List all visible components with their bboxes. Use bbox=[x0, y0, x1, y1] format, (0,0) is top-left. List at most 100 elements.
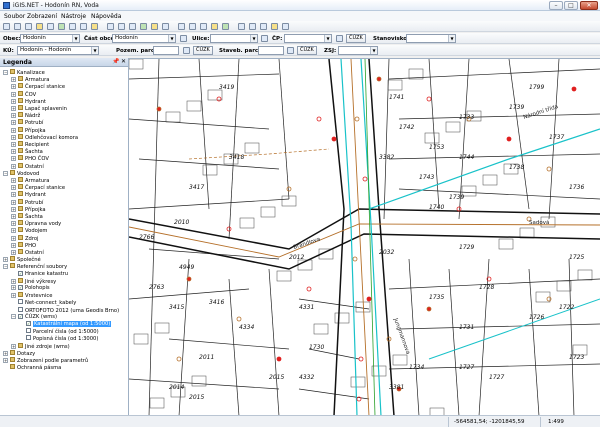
menu-nastroje[interactable]: Nástroje bbox=[61, 13, 86, 20]
legend-item[interactable]: + Potrubí bbox=[11, 119, 43, 126]
collapse-icon[interactable]: − bbox=[11, 313, 16, 319]
collapse-icon[interactable]: − bbox=[3, 70, 8, 75]
legend-item[interactable]: ✓ Katastrální mapa (od 1:5000) bbox=[19, 321, 112, 328]
expand-icon[interactable]: + bbox=[11, 91, 16, 97]
legend-item[interactable]: − Vodovod bbox=[3, 169, 39, 177]
legend-item[interactable]: + Úpravna vody bbox=[11, 220, 61, 227]
ulice-select[interactable]: ▼ bbox=[210, 34, 258, 43]
layer-checkbox[interactable] bbox=[26, 328, 31, 334]
back-icon[interactable] bbox=[129, 23, 136, 30]
legend-item[interactable]: Popisná čísla (od 1:3000) bbox=[19, 335, 98, 342]
pozem-parc-input[interactable] bbox=[153, 46, 179, 55]
go-icon[interactable] bbox=[180, 35, 187, 42]
expand-icon[interactable]: + bbox=[11, 149, 16, 155]
close-icon[interactable]: ✕ bbox=[121, 58, 126, 65]
legend-item[interactable]: + Armatura bbox=[11, 177, 49, 184]
expand-icon[interactable]: + bbox=[11, 278, 16, 284]
expand-icon[interactable]: + bbox=[11, 242, 16, 248]
legend-item[interactable]: + Přípojka bbox=[11, 205, 46, 213]
collapse-icon[interactable]: − bbox=[3, 170, 8, 176]
go-icon[interactable] bbox=[183, 47, 190, 54]
zoom-out-icon[interactable] bbox=[47, 23, 54, 30]
filter-icon[interactable] bbox=[162, 23, 169, 30]
expand-icon[interactable]: + bbox=[11, 285, 16, 290]
legend-item[interactable]: + Přípojka bbox=[11, 126, 46, 134]
edit-icon[interactable] bbox=[211, 23, 218, 30]
polyline-icon[interactable] bbox=[178, 23, 185, 30]
legend-item[interactable]: ORTOFOTO 2012 (uma Geodis Brno) bbox=[11, 306, 119, 314]
layer-checkbox[interactable]: ✓ bbox=[18, 285, 23, 290]
table-icon[interactable] bbox=[238, 23, 245, 30]
expand-icon[interactable]: + bbox=[11, 156, 16, 162]
expand-icon[interactable]: + bbox=[3, 257, 8, 263]
expand-icon[interactable]: + bbox=[11, 343, 16, 349]
pin-icon[interactable]: 📌 bbox=[112, 58, 119, 65]
legend-item[interactable]: + Recipient bbox=[11, 141, 49, 148]
map-svg[interactable]: 3419 3418 3417 2010 4949 3415 3416 4334 2012 2011… bbox=[129, 59, 600, 415]
legend-item[interactable]: + Ostatní bbox=[11, 249, 44, 256]
expand-icon[interactable]: + bbox=[11, 235, 16, 241]
legend-item[interactable]: + Ostatní bbox=[11, 162, 44, 170]
forward-icon[interactable] bbox=[140, 23, 147, 30]
menu-soubor[interactable]: Soubor bbox=[4, 13, 25, 20]
legend-item[interactable]: + Vodojem bbox=[11, 227, 47, 234]
legend-item[interactable]: + Armatura bbox=[11, 76, 49, 83]
settings-icon[interactable] bbox=[260, 23, 267, 30]
legend-item[interactable]: + Společné bbox=[3, 256, 41, 263]
zoom-extent-icon[interactable] bbox=[58, 23, 65, 30]
staveb-parc-input[interactable] bbox=[258, 46, 284, 55]
legend-item[interactable]: Ochranná pásma bbox=[3, 364, 61, 371]
stanovisko-select[interactable]: ▼ bbox=[406, 34, 456, 43]
layer-checkbox[interactable]: ✓ bbox=[18, 313, 23, 319]
legend-item[interactable]: + Hydrant bbox=[11, 191, 46, 198]
legend-item[interactable]: + Šachta bbox=[11, 148, 43, 155]
layer-checkbox[interactable] bbox=[18, 299, 23, 305]
expand-icon[interactable]: + bbox=[11, 228, 16, 234]
select-icon[interactable] bbox=[80, 23, 87, 30]
legend-item[interactable]: + Zdroj bbox=[11, 234, 38, 242]
legend-item[interactable]: + Hydrant bbox=[11, 97, 46, 105]
legend-item[interactable]: + Zobrazení podle parametrů bbox=[3, 357, 88, 364]
obec-select[interactable]: Hodonín ▼ bbox=[20, 34, 80, 43]
ku-select[interactable]: Hodonín - Hodonín ▼ bbox=[17, 46, 99, 55]
go-icon[interactable] bbox=[287, 47, 294, 54]
layer-icon[interactable] bbox=[151, 23, 158, 30]
info-icon[interactable] bbox=[91, 23, 98, 30]
expand-icon[interactable]: + bbox=[11, 98, 16, 104]
expand-icon[interactable]: + bbox=[11, 106, 16, 111]
legend-item[interactable]: + ČOV bbox=[11, 90, 36, 98]
help-icon[interactable] bbox=[271, 23, 278, 30]
expand-icon[interactable]: + bbox=[11, 142, 16, 147]
expand-icon[interactable]: + bbox=[11, 221, 16, 227]
collapse-icon[interactable]: − bbox=[3, 264, 8, 270]
legend-item[interactable]: + Nádrž bbox=[11, 112, 40, 119]
close-button[interactable]: ✕ bbox=[580, 1, 598, 10]
save-icon[interactable] bbox=[14, 23, 21, 30]
layer-checkbox[interactable]: ✓ bbox=[26, 321, 31, 326]
expand-icon[interactable]: + bbox=[3, 358, 8, 363]
delete-icon[interactable] bbox=[222, 23, 229, 30]
legend-item[interactable]: − ✓ ČÚZK (wms) bbox=[11, 313, 57, 321]
legend-item[interactable]: + Jiné výkresy bbox=[11, 277, 56, 285]
legend-item[interactable]: − Kanalizace bbox=[3, 69, 45, 76]
legend-item[interactable]: + Jiné zdroje (wms) bbox=[11, 342, 70, 350]
legend-item[interactable]: + PHO ČOV bbox=[11, 155, 49, 162]
legend-item[interactable]: + Čerpací stanice bbox=[11, 83, 65, 90]
pan-icon[interactable] bbox=[69, 23, 76, 30]
print-icon[interactable] bbox=[25, 23, 32, 30]
measure-icon[interactable] bbox=[107, 23, 114, 30]
cp-select[interactable]: ▼ bbox=[284, 34, 332, 43]
legend-item[interactable]: + Vrstevnice bbox=[11, 292, 52, 299]
zsj-select[interactable]: ▼ bbox=[338, 46, 378, 55]
expand-icon[interactable]: + bbox=[11, 192, 16, 198]
legend-item[interactable]: + Potrubí bbox=[11, 198, 43, 206]
legend-item[interactable]: − Referenční soubory bbox=[3, 263, 67, 270]
expand-icon[interactable]: + bbox=[11, 127, 16, 133]
expand-icon[interactable]: + bbox=[11, 250, 16, 255]
expand-icon[interactable]: + bbox=[11, 178, 16, 183]
legend-item[interactable]: ✓ Hranice katastru bbox=[11, 270, 68, 278]
export-icon[interactable] bbox=[249, 23, 256, 30]
expand-icon[interactable]: + bbox=[11, 214, 16, 219]
legend-item[interactable]: + PHO bbox=[11, 241, 36, 249]
expand-icon[interactable]: + bbox=[11, 77, 16, 83]
